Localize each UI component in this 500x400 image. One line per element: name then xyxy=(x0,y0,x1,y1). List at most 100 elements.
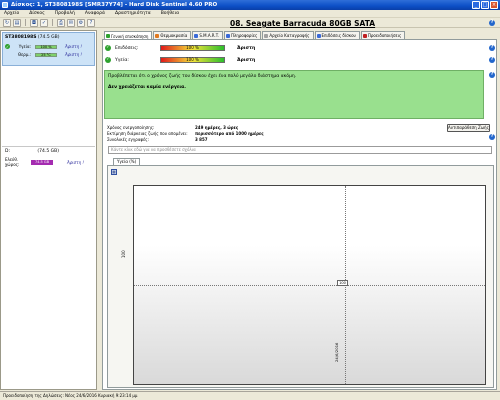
tab-temperature[interactable]: Θερμοκρασία xyxy=(153,31,192,39)
disk-name: ST3808198S xyxy=(5,35,37,40)
gridline-horizontal xyxy=(134,285,485,286)
app-window: Δίσκος: 1, ST3808198S [SMR37Y74] - Hard … xyxy=(0,0,500,400)
log-icon xyxy=(264,33,269,38)
volume-size: (74.5 GB) xyxy=(37,149,59,154)
lifetime-button[interactable]: Αντιπαράθεση Ζωής xyxy=(447,124,490,132)
plot-area: 100 24/6/2016 xyxy=(133,185,486,385)
info-icon xyxy=(225,33,230,38)
close-icon[interactable]: × xyxy=(490,1,498,9)
health-label: Υγεία: xyxy=(18,44,31,49)
performance-label: Επιδόσεις: xyxy=(115,45,139,51)
action-message: Δεν χρειάζεται καμία ενέργεια. xyxy=(108,85,186,90)
menu-disk[interactable]: Δίσκος xyxy=(29,11,45,16)
test-icon[interactable]: ✓ xyxy=(40,18,48,27)
title-bar[interactable]: Δίσκος: 1, ST3808198S [SMR37Y74] - Hard … xyxy=(0,0,500,10)
send-icon[interactable]: ✉ xyxy=(67,18,75,27)
menu-help[interactable]: Βοήθεια xyxy=(161,11,179,16)
tab-health-chart[interactable]: Υγεία (%) xyxy=(113,158,141,165)
print-icon[interactable]: ⎙ xyxy=(57,18,65,27)
menu-bar: Αρχείο Δίσκος Προβολή Αναφορά Δραστηριότ… xyxy=(0,10,500,18)
help-icon[interactable]: ? xyxy=(489,134,495,140)
disk-list-panel: ST3808198S (74.5 GB) ✓ Υγεία: 100 % Άρισ… xyxy=(0,30,97,390)
performance-bar: 100 % xyxy=(160,45,225,51)
temp-bar: 25 °C xyxy=(35,52,57,57)
tab-label: S.M.A.R.T. xyxy=(199,33,219,38)
health-bar: 100 % xyxy=(35,44,57,49)
disk-temp-row: Θερμ.: 25 °C Άριστη ! xyxy=(5,51,95,58)
check-icon: ✓ xyxy=(105,57,111,63)
info-row: Συνολικές εγγραφές: 3 857 xyxy=(107,136,357,142)
temp-label: Θερμ.: xyxy=(17,52,31,57)
volume-entry[interactable]: D: (74.5 GB) Ελεύθ. χώρος: 74.5 GB Άριστ… xyxy=(2,146,95,168)
info-key: Συνολικές εγγραφές: xyxy=(107,136,149,142)
tab-label: Επιδόσεις δίσκου xyxy=(321,33,356,38)
status-bar: Προειδοποίηση της Δηλώσεις: Νέος 24/6/20… xyxy=(0,391,500,400)
info-value: περισσότερο από 1000 ημέρες xyxy=(195,130,264,136)
minimize-icon[interactable]: _ xyxy=(472,1,480,9)
temperature-icon xyxy=(155,33,160,38)
disk-title: 08. Seagate Barracuda 80GB SATA xyxy=(230,19,376,28)
info-key: Εκτίμηση διάρκειας ζωής που απομένει: xyxy=(107,130,188,136)
app-icon xyxy=(2,2,8,8)
report-icon[interactable]: ▤ xyxy=(13,18,21,27)
tab-performance[interactable]: Επιδόσεις δίσκου xyxy=(314,31,360,39)
help-icon[interactable]: ? xyxy=(489,72,495,78)
info-value: 3 857 xyxy=(195,136,208,142)
status-message: Προβλέπεται ότι ο χρόνος ζωής του δίσκου… xyxy=(108,74,297,79)
tab-label: Προειδοποιήσεις xyxy=(367,33,402,38)
x-tick-label: 24/6/2016 xyxy=(334,342,339,362)
overview-icon xyxy=(106,34,110,38)
options-icon[interactable]: ⚙ xyxy=(77,18,85,27)
disk-entry[interactable]: ST3808198S (74.5 GB) ✓ Υγεία: 100 % Άρισ… xyxy=(2,32,95,66)
window-controls: _ □ × xyxy=(472,1,498,9)
tab-alerts[interactable]: Προειδοποιήσεις xyxy=(360,31,406,39)
temp-status: Άριστη ! xyxy=(65,52,82,57)
health-label: Υγεία: xyxy=(115,57,129,63)
toolbar-separator xyxy=(52,19,53,26)
health-chart: ▦ 100 100 24/6/2016 xyxy=(107,165,494,388)
free-space-bar: 74.5 GB xyxy=(31,159,53,165)
health-bar: 100 % xyxy=(160,57,225,63)
y-tick-label: 100 xyxy=(121,250,126,258)
free-space-status: Άριστη ! xyxy=(67,159,84,165)
tab-smart[interactable]: S.M.A.R.T. xyxy=(192,31,223,39)
tab-information[interactable]: Πληροφορίες xyxy=(223,31,262,39)
menu-report[interactable]: Αναφορά xyxy=(85,11,105,16)
health-rating: Άριστη xyxy=(237,57,256,63)
disk-header: ST3808198S (74.5 GB) xyxy=(5,35,59,40)
zoom-icon[interactable]: ▦ xyxy=(111,169,117,175)
info-key: Χρόνος ενεργοποίησης: xyxy=(107,124,155,130)
volume-free-row: Ελεύθ. χώρος: 74.5 GB Άριστη ! xyxy=(5,157,84,167)
performance-row: ✓ Επιδόσεις: 100 % Άριστη xyxy=(105,44,495,52)
help-icon[interactable]: ? xyxy=(87,18,95,27)
performance-icon xyxy=(316,33,321,38)
volume-name: D: xyxy=(5,149,10,154)
disk-info: Χρόνος ενεργοποίησης: 249 ημέρες, 3 ώρες… xyxy=(107,124,357,142)
tab-label: Πληροφορίες xyxy=(230,33,258,38)
tab-log[interactable]: Αρχείο Καταγραφής xyxy=(262,31,314,39)
disk-icon[interactable]: ◘ xyxy=(30,18,38,27)
alerts-icon xyxy=(362,33,367,38)
help-icon[interactable]: ? xyxy=(489,57,495,63)
performance-rating: Άριστη xyxy=(237,45,256,51)
free-space-label: Ελεύθ. χώρος: xyxy=(5,157,20,167)
menu-activity[interactable]: Δραστηριότητα xyxy=(115,11,151,16)
refresh-icon[interactable]: ↻ xyxy=(3,18,11,27)
disk-size: (74.5 GB) xyxy=(37,35,60,40)
health-row: ✓ Υγεία: 100 % Άριστη xyxy=(105,56,495,64)
notes-field[interactable]: Κάντε κλικ εδώ για να προσθέσετε σχόλια xyxy=(108,146,492,154)
menu-file[interactable]: Αρχείο xyxy=(4,11,19,16)
check-icon: ✓ xyxy=(105,45,111,51)
maximize-icon[interactable]: □ xyxy=(481,1,489,9)
volume-header: D: (74.5 GB) xyxy=(5,149,59,154)
disk-health-row: ✓ Υγεία: 100 % Άριστη ! xyxy=(5,43,95,50)
data-label: 100 xyxy=(337,280,348,286)
health-status: Άριστη ! xyxy=(65,44,82,49)
tab-label: Θερμοκρασία xyxy=(160,33,188,38)
tab-label: Αρχείο Καταγραφής xyxy=(269,33,310,38)
info-value: 249 ημέρες, 3 ώρες xyxy=(195,124,239,130)
menu-view[interactable]: Προβολή xyxy=(55,11,75,16)
help-icon[interactable]: ? xyxy=(489,20,495,26)
status-message-box: Προβλέπεται ότι ο χρόνος ζωής του δίσκου… xyxy=(104,70,484,119)
help-icon[interactable]: ? xyxy=(489,45,495,51)
